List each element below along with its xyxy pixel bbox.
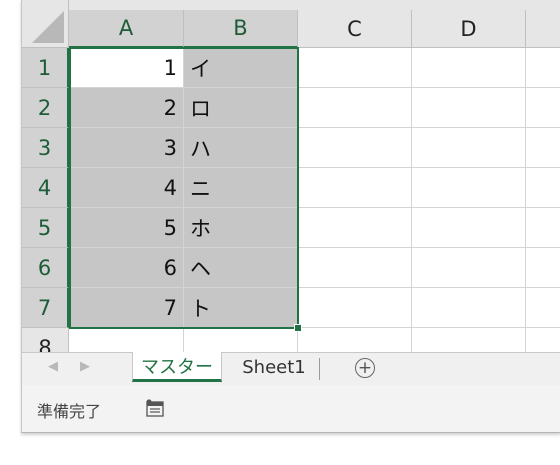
cell-a7[interactable]: 7 <box>69 288 184 328</box>
cell-b4[interactable]: ニ <box>184 168 298 208</box>
spreadsheet-window: A B C D 1 2 3 4 5 6 7 8 1 イ 2 ロ 3 ハ 4 ニ … <box>21 0 560 433</box>
column-header-e[interactable] <box>526 10 560 48</box>
sheet-tab-bar: ◀ ▶ マスター Sheet1 + <box>22 352 560 386</box>
cell-c7[interactable] <box>298 288 412 328</box>
cell-e2[interactable] <box>526 88 560 128</box>
cell-c5[interactable] <box>298 208 412 248</box>
tab-master[interactable]: マスター <box>132 352 222 382</box>
cell-c4[interactable] <box>298 168 412 208</box>
column-header-a[interactable]: A <box>69 10 184 48</box>
cell-b7[interactable]: ト <box>184 288 298 328</box>
cell-b2[interactable]: ロ <box>184 88 298 128</box>
select-all-button[interactable] <box>22 0 69 48</box>
status-bar: 準備完了 <box>22 385 560 432</box>
cell-d1[interactable] <box>412 48 526 88</box>
tab-sheet1[interactable]: Sheet1 <box>228 353 320 381</box>
cell-d4[interactable] <box>412 168 526 208</box>
column-header-strip <box>69 0 560 10</box>
row-header-1[interactable]: 1 <box>22 48 69 88</box>
cell-b6[interactable]: ヘ <box>184 248 298 288</box>
cell-b3[interactable]: ハ <box>184 128 298 168</box>
column-header-c[interactable]: C <box>298 10 412 48</box>
select-all-triangle-icon <box>32 11 64 43</box>
cell-e6[interactable] <box>526 248 560 288</box>
cell-e1[interactable] <box>526 48 560 88</box>
cell-a4[interactable]: 4 <box>69 168 184 208</box>
cell-e5[interactable] <box>526 208 560 248</box>
macro-record-icon[interactable] <box>146 399 164 417</box>
fill-handle[interactable] <box>294 324 302 332</box>
cell-a3[interactable]: 3 <box>69 128 184 168</box>
row-header-5[interactable]: 5 <box>22 208 69 248</box>
cell-b5[interactable]: ホ <box>184 208 298 248</box>
cell-c6[interactable] <box>298 248 412 288</box>
scroll-left-icon[interactable]: ◀ <box>48 359 58 374</box>
cell-c2[interactable] <box>298 88 412 128</box>
tab-separator <box>319 358 320 380</box>
cell-a5[interactable]: 5 <box>69 208 184 248</box>
cell-e3[interactable] <box>526 128 560 168</box>
cell-d5[interactable] <box>412 208 526 248</box>
row-header-7[interactable]: 7 <box>22 288 69 328</box>
cell-c1[interactable] <box>298 48 412 88</box>
status-text: 準備完了 <box>37 402 102 421</box>
cell-d3[interactable] <box>412 128 526 168</box>
cell-e4[interactable] <box>526 168 560 208</box>
cell-d7[interactable] <box>412 288 526 328</box>
cell-d2[interactable] <box>412 88 526 128</box>
column-header-b[interactable]: B <box>184 10 298 48</box>
row-header-3[interactable]: 3 <box>22 128 69 168</box>
row-header-4[interactable]: 4 <box>22 168 69 208</box>
plus-circle-icon[interactable]: + <box>355 358 375 378</box>
row-header-2[interactable]: 2 <box>22 88 69 128</box>
cell-a6[interactable]: 6 <box>69 248 184 288</box>
cell-e7[interactable] <box>526 288 560 328</box>
cell-d6[interactable] <box>412 248 526 288</box>
scroll-right-icon[interactable]: ▶ <box>80 359 90 374</box>
row-header-6[interactable]: 6 <box>22 248 69 288</box>
cell-b1[interactable]: イ <box>184 48 298 88</box>
cell-a1[interactable]: 1 <box>69 48 184 88</box>
cell-c3[interactable] <box>298 128 412 168</box>
cell-a2[interactable]: 2 <box>69 88 184 128</box>
column-header-d[interactable]: D <box>412 10 526 48</box>
